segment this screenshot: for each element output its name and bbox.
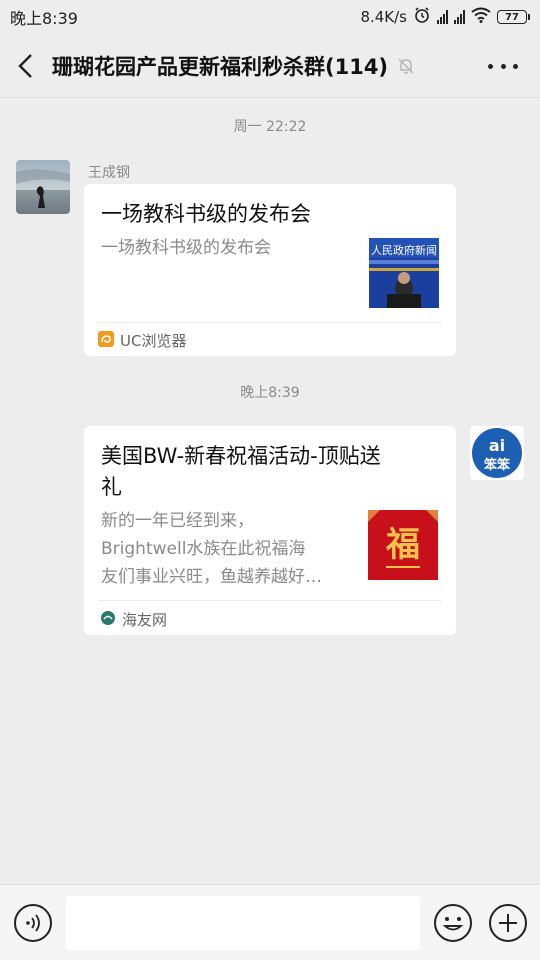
card-source: 海友网 <box>100 609 167 630</box>
card-desc-line-1: 新的一年已经到来， <box>101 511 254 531</box>
card-desc-line-3: 友们事业兴旺，鱼越养越好… <box>101 567 322 587</box>
chat-header: 珊瑚花园产品更新福利秒杀群(114) <box>0 34 540 98</box>
chevron-left-icon <box>18 53 32 78</box>
more-options-button[interactable] <box>488 56 518 76</box>
voice-input-button[interactable] <box>14 904 52 942</box>
timestamp: 周一 22:22 <box>233 119 307 135</box>
source-name: 海友网 <box>122 611 168 629</box>
source-name: UC浏览器 <box>120 332 187 350</box>
card-source: UC浏览器 <box>98 330 186 351</box>
haiyou-icon <box>100 610 116 630</box>
bell-off-icon <box>396 54 420 78</box>
card-description: 一场教科书级的发布会 <box>101 238 271 258</box>
message-input[interactable] <box>66 896 420 950</box>
avatar-wang-chenggang[interactable] <box>16 160 70 214</box>
card-title: 一场教科书级的发布会 <box>101 202 311 226</box>
status-bar: 晚上8:39 8.4K/s 77 <box>0 0 540 34</box>
card-thumbnail: 人民政府新闻 <box>369 238 439 308</box>
more-functions-button[interactable] <box>489 904 527 942</box>
link-card-1[interactable]: 一场教科书级的发布会 一场教科书级的发布会 人民政府新闻 UC浏览器 <box>84 184 456 356</box>
card-title-line-2: 礼 <box>101 475 122 499</box>
back-button[interactable] <box>0 34 52 98</box>
network-speed: 8.4K/s <box>360 8 407 26</box>
card-thumbnail: 福 <box>368 510 438 580</box>
battery-icon: 77 <box>497 10 530 24</box>
card-title-line-1: 美国BW-新春祝福活动-顶贴送 <box>101 444 381 468</box>
signal-icon-1 <box>437 10 448 24</box>
svg-text:笨笨: 笨笨 <box>484 457 511 473</box>
thumb-caption: 人民政府新闻 <box>371 243 437 257</box>
status-time: 晚上8:39 <box>10 9 78 28</box>
wifi-icon <box>471 7 491 27</box>
card-divider <box>98 322 442 323</box>
emoji-icon <box>442 917 464 931</box>
message-input-bar <box>0 884 540 960</box>
emoji-button[interactable] <box>434 904 472 942</box>
sender-name: 王成钢 <box>88 165 130 181</box>
card-desc-line-2: Brightwell水族在此祝福海 <box>101 539 306 559</box>
card-divider <box>98 600 442 601</box>
battery-level: 77 <box>497 10 527 24</box>
plus-icon <box>499 914 517 932</box>
voice-icon <box>26 914 40 932</box>
chat-title: 珊瑚花园产品更新福利秒杀群(114) <box>52 54 389 79</box>
svg-text:ai: ai <box>489 436 505 455</box>
status-icons: 8.4K/s 77 <box>360 6 530 28</box>
avatar-self[interactable]: ai 笨笨 <box>470 426 524 480</box>
uc-browser-icon <box>98 330 114 351</box>
alarm-clock-icon <box>413 6 431 28</box>
timestamp: 晚上8:39 <box>240 385 300 401</box>
link-card-2[interactable]: 美国BW-新春祝福活动-顶贴送 礼 新的一年已经到来， Brightwell水族… <box>84 426 456 635</box>
more-dots-icon <box>488 63 493 69</box>
signal-icon-2 <box>454 10 465 24</box>
thumb-fu-char: 福 <box>385 525 420 565</box>
